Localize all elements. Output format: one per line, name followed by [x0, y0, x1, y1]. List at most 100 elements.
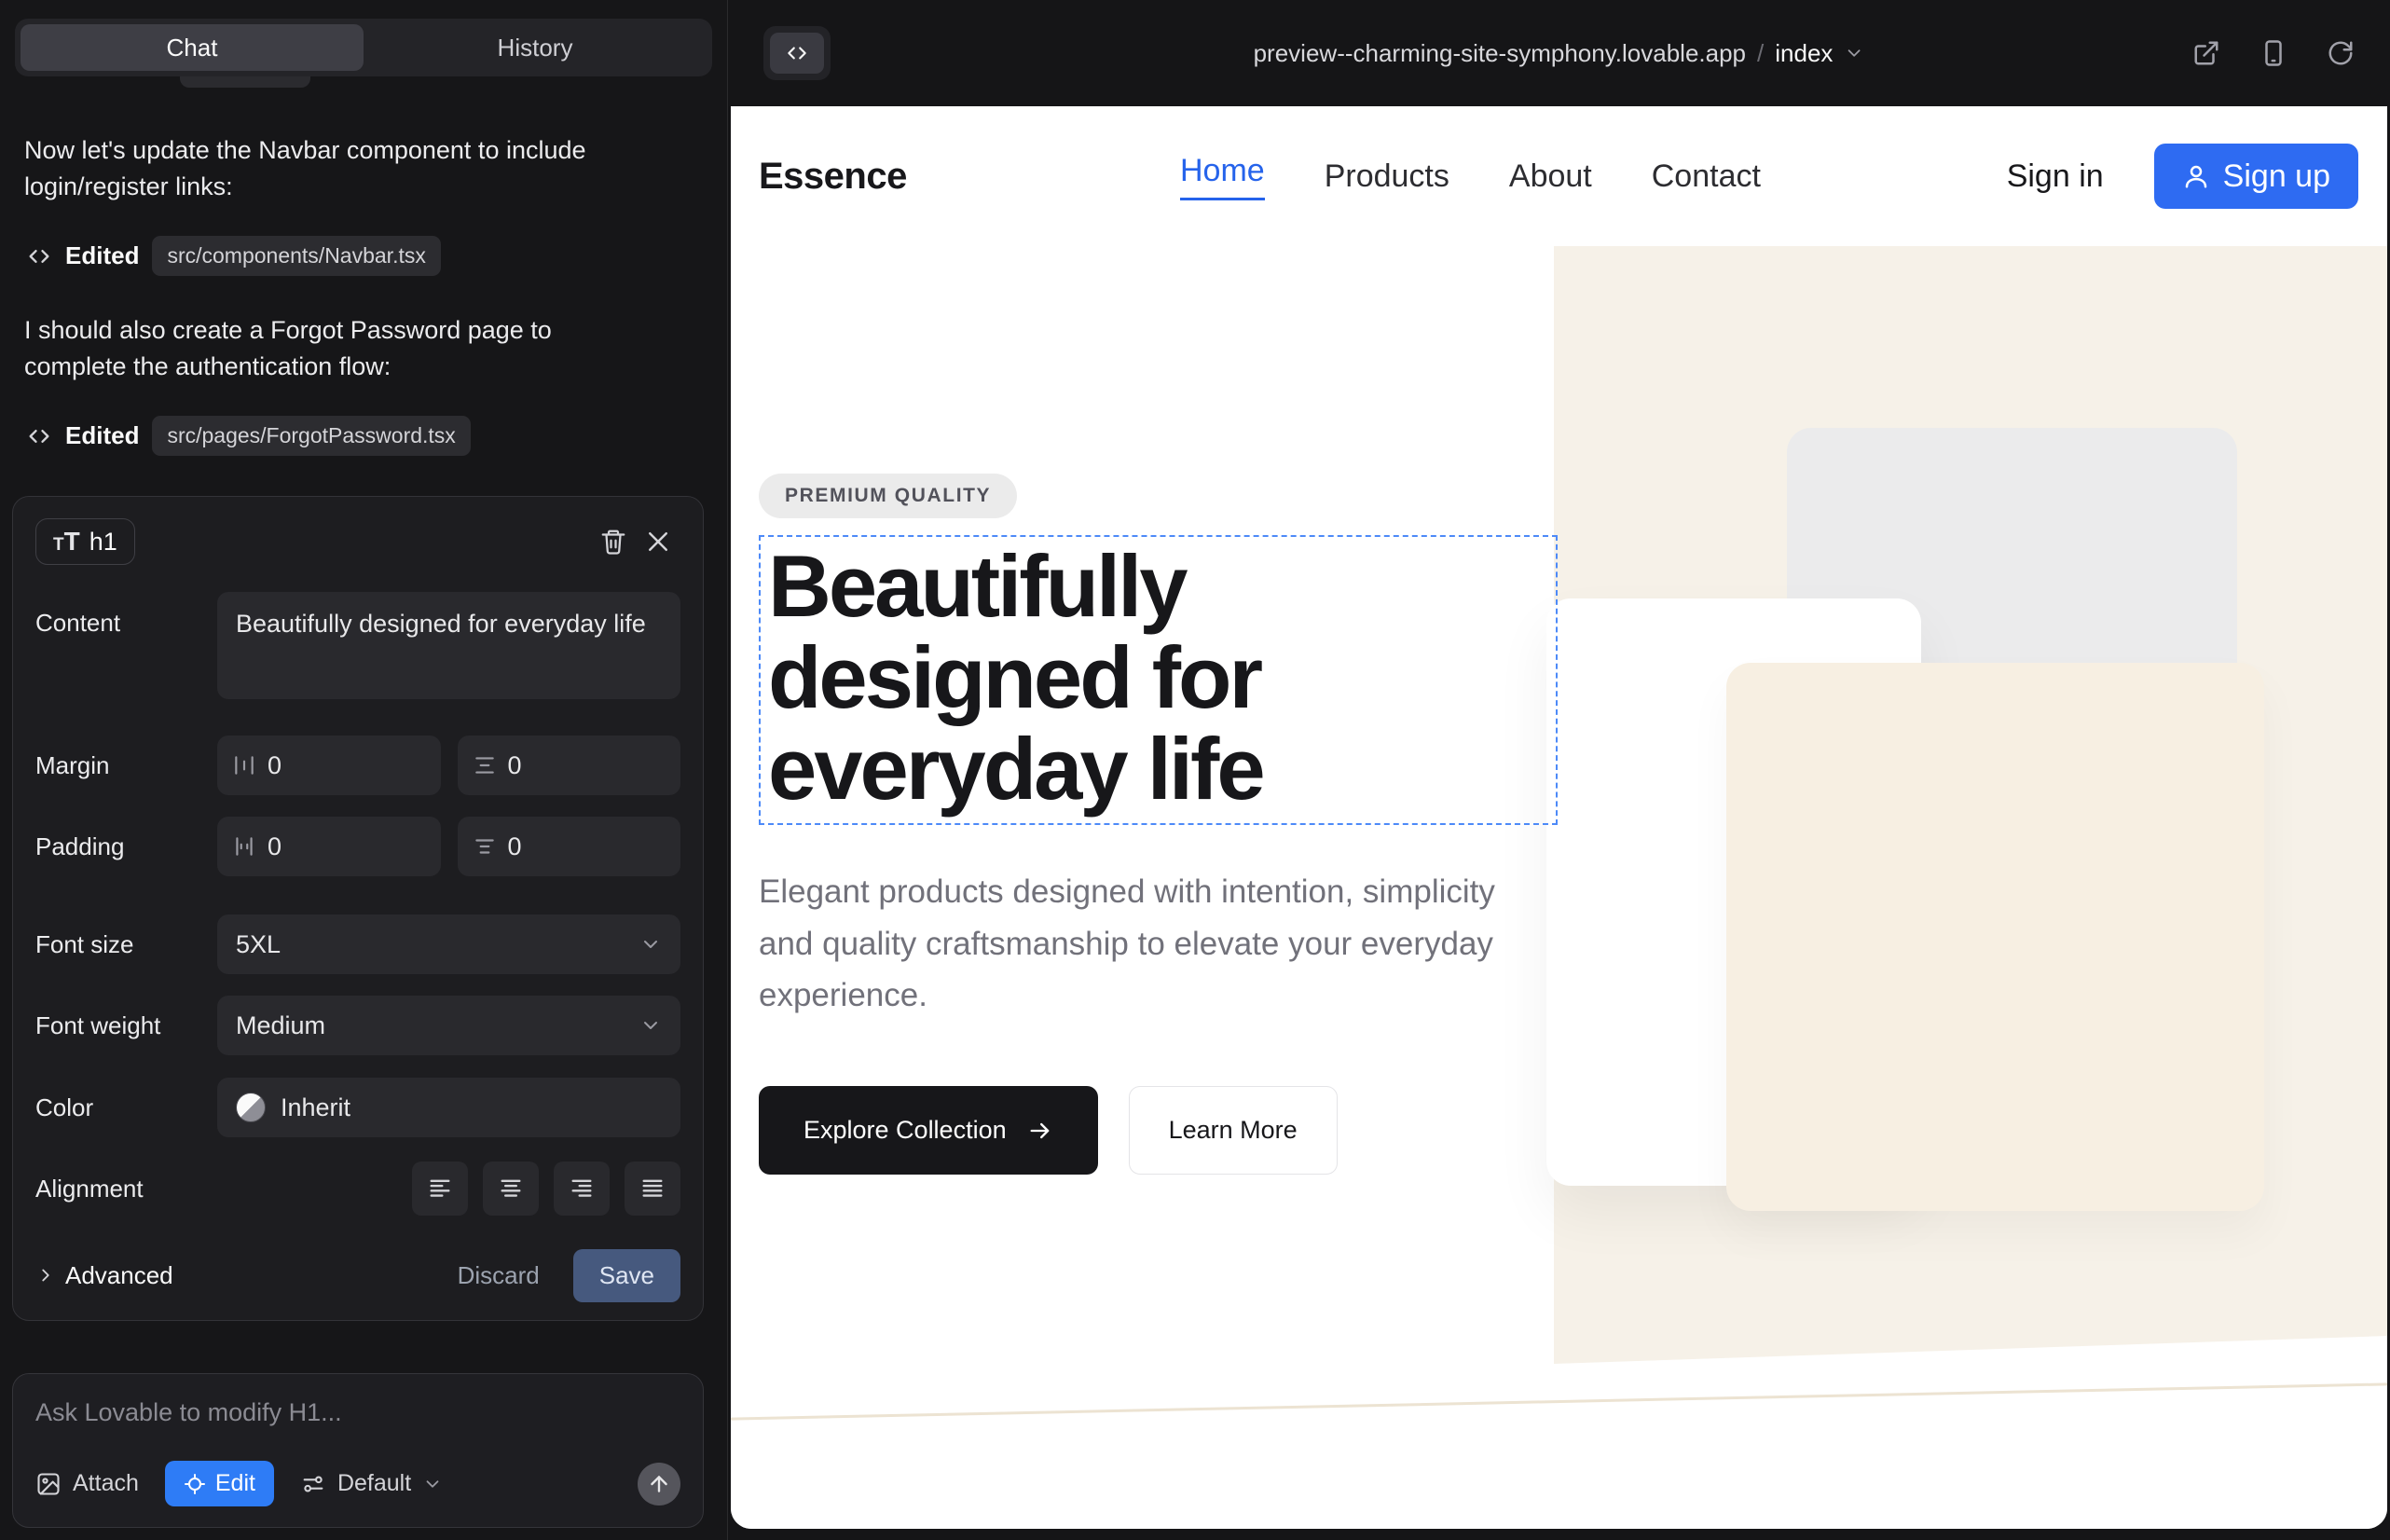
close-editor-button[interactable] [636, 519, 680, 564]
edit-mode-button[interactable]: Edit [165, 1461, 274, 1506]
padding-y-field[interactable] [458, 817, 681, 876]
selected-h1-outline[interactable]: Beautifully designed for everyday life [759, 535, 1558, 825]
composer-input[interactable] [35, 1398, 680, 1427]
explore-collection-button[interactable]: Explore Collection [759, 1086, 1098, 1175]
send-button[interactable] [638, 1463, 680, 1506]
smartphone-icon [2260, 39, 2287, 67]
color-row: Color Inherit [35, 1078, 680, 1137]
user-icon [2182, 162, 2210, 190]
align-left-button[interactable] [412, 1162, 468, 1216]
font-weight-label: Font weight [35, 1011, 217, 1040]
color-select[interactable]: Inherit [217, 1078, 680, 1137]
mobile-view-button[interactable] [2260, 39, 2287, 67]
edited-file-badge[interactable]: src/pages/ForgotPassword.tsx [152, 416, 470, 456]
attach-button[interactable]: Attach [35, 1470, 139, 1497]
font-weight-value: Medium [236, 1011, 325, 1040]
learn-more-button[interactable]: Learn More [1129, 1086, 1338, 1175]
typography-icon: TT [53, 527, 80, 557]
save-button[interactable]: Save [573, 1249, 680, 1302]
nav-link-home[interactable]: Home [1180, 153, 1265, 200]
site-headline[interactable]: Beautifully designed for everyday life [768, 541, 1545, 814]
margin-vertical-icon [473, 753, 497, 777]
refresh-icon [2327, 39, 2355, 67]
sign-in-link[interactable]: Sign in [2007, 158, 2104, 195]
attach-label: Attach [73, 1470, 139, 1497]
padding-x-input[interactable] [268, 832, 426, 861]
attach-image-icon [35, 1471, 62, 1497]
element-editor-panel: TT h1 Content Beautifull [12, 496, 704, 1321]
edit-target-icon [184, 1473, 206, 1495]
edited-file-row: Edited src/components/Navbar.tsx [26, 236, 703, 276]
headline-line-2: designed for [768, 632, 1545, 723]
default-label: Default [337, 1470, 411, 1497]
chat-history-tabs: Chat History [15, 19, 712, 76]
delete-element-button[interactable] [591, 519, 636, 564]
nav-link-about[interactable]: About [1509, 158, 1592, 195]
margin-row: Margin [35, 736, 680, 795]
refresh-button[interactable] [2327, 39, 2355, 67]
chevron-down-icon [639, 1014, 662, 1037]
edited-file-row: Edited src/pages/ForgotPassword.tsx [26, 416, 703, 456]
font-size-label: Font size [35, 930, 217, 959]
advanced-toggle[interactable]: Advanced [35, 1261, 173, 1290]
app-root: Chat History Now let's update the Navbar… [0, 0, 2390, 1540]
arrow-right-icon [1027, 1118, 1053, 1144]
padding-horizontal-icon [232, 834, 256, 859]
font-weight-select[interactable]: Medium [217, 996, 680, 1055]
margin-y-field[interactable] [458, 736, 681, 795]
hero-content: PREMIUM QUALITY Beautifully designed for… [731, 246, 1588, 1175]
align-center-button[interactable] [483, 1162, 539, 1216]
site-navbar: Essence Home Products About Contact Sign… [731, 106, 2387, 246]
arrow-up-icon [647, 1472, 671, 1496]
edited-file-badge[interactable]: src/components/Navbar.tsx [152, 236, 440, 276]
sign-up-button[interactable]: Sign up [2154, 144, 2358, 209]
content-textarea[interactable]: Beautifully designed for everyday life [217, 592, 680, 699]
nav-link-products[interactable]: Products [1325, 158, 1449, 195]
align-right-button[interactable] [554, 1162, 610, 1216]
padding-x-field[interactable] [217, 817, 441, 876]
align-left-icon [427, 1176, 453, 1202]
url-domain: preview--charming-site-symphony.lovable.… [1254, 39, 1746, 68]
chevron-down-icon [1844, 43, 1864, 63]
selected-element-tag: h1 [89, 528, 117, 557]
margin-y-input[interactable] [508, 751, 666, 780]
external-link-icon [2192, 39, 2220, 67]
site-brand[interactable]: Essence [759, 156, 907, 198]
hero-cta-row: Explore Collection Learn More [759, 1086, 1588, 1175]
tab-history[interactable]: History [364, 24, 707, 71]
preview-panel: preview--charming-site-symphony.lovable.… [727, 0, 2390, 1540]
code-icon [26, 243, 52, 269]
padding-label: Padding [35, 832, 217, 861]
edit-label: Edit [215, 1470, 255, 1497]
url-bar[interactable]: preview--charming-site-symphony.lovable.… [1254, 39, 1865, 68]
edited-label: Edited [65, 421, 139, 450]
font-weight-row: Font weight Medium [35, 996, 680, 1055]
tab-chat[interactable]: Chat [21, 24, 364, 71]
chevron-right-icon [35, 1265, 56, 1286]
chat-message: I should also create a Forgot Password p… [24, 312, 639, 385]
discard-button[interactable]: Discard [443, 1252, 555, 1299]
url-separator: / [1757, 39, 1764, 68]
site-nav-links: Home Products About Contact [1180, 153, 1761, 200]
padding-row: Padding [35, 817, 680, 876]
font-size-row: Font size 5XL [35, 914, 680, 974]
close-icon [644, 528, 672, 556]
padding-y-input[interactable] [508, 832, 666, 861]
hero-paragraph: Elegant products designed with intention… [759, 866, 1504, 1021]
align-center-icon [498, 1176, 524, 1202]
selected-element-pill[interactable]: TT h1 [35, 518, 135, 565]
chat-message: Now let's update the Navbar component to… [24, 132, 639, 205]
font-size-select[interactable]: 5XL [217, 914, 680, 974]
nav-link-contact[interactable]: Contact [1652, 158, 1761, 195]
margin-x-field[interactable] [217, 736, 441, 795]
default-mode-button[interactable]: Default [300, 1470, 443, 1497]
margin-x-input[interactable] [268, 751, 426, 780]
align-justify-button[interactable] [625, 1162, 680, 1216]
margin-horizontal-icon [232, 753, 256, 777]
code-icon [26, 423, 52, 449]
site-hero: PREMIUM QUALITY Beautifully designed for… [731, 246, 2387, 1529]
code-view-toggle[interactable] [763, 26, 831, 80]
composer-toolbar: Attach Edit Default [35, 1461, 680, 1506]
headline-line-3: everyday life [768, 723, 1545, 815]
open-external-button[interactable] [2192, 39, 2220, 67]
